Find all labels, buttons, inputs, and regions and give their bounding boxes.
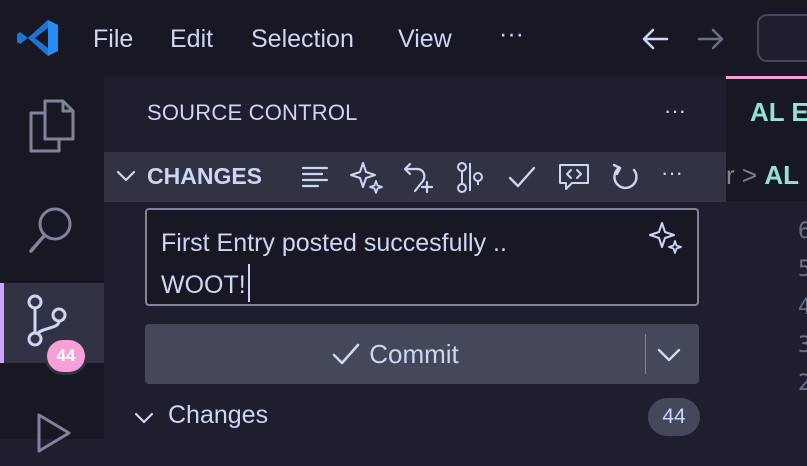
editor-area: AL E r > AL 6 5 4 3 2 (726, 76, 807, 439)
forward-arrow-icon[interactable] (694, 22, 728, 56)
discard-all-icon[interactable] (401, 160, 435, 194)
menu-view[interactable]: View (398, 22, 452, 56)
changes-section-header[interactable]: CHANGES ··· (104, 152, 726, 202)
text-caret (247, 264, 250, 302)
commit-message-line1: First Entry posted succesfully .. (161, 229, 507, 257)
sidebar-title: SOURCE CONTROL (147, 100, 358, 125)
line-number: 5 (798, 257, 807, 282)
section-title: CHANGES (147, 163, 263, 189)
compare-icon[interactable] (453, 160, 487, 194)
menu-edit[interactable]: Edit (170, 22, 213, 56)
run-icon (37, 413, 71, 453)
activity-search[interactable] (0, 190, 104, 270)
more-icon[interactable]: ··· (661, 160, 683, 186)
comment-icon[interactable] (557, 160, 591, 194)
line-numbers: 6 5 4 3 2 (798, 213, 807, 403)
activity-explorer[interactable] (0, 86, 104, 166)
refresh-icon[interactable] (609, 160, 643, 194)
changes-count-badge: 44 (648, 398, 700, 436)
menu-more[interactable]: ··· (499, 17, 524, 51)
sparkle-icon[interactable] (350, 160, 384, 194)
chevron-down-icon[interactable] (114, 164, 138, 188)
check-icon (332, 343, 360, 365)
editor-tab-label: AL E (750, 97, 807, 127)
commit-message-text[interactable]: First Entry posted succesfully .. WOOT! (161, 222, 631, 306)
source-control-badge: 44 (47, 340, 85, 372)
breadcrumb-prefix[interactable]: r (726, 160, 735, 190)
back-arrow-icon[interactable] (638, 22, 672, 56)
line-number: 3 (798, 333, 807, 358)
activity-run-debug[interactable] (0, 386, 104, 466)
breadcrumb-al[interactable]: AL (764, 160, 799, 190)
line-number: 4 (798, 295, 807, 320)
list-view-icon[interactable] (298, 160, 332, 194)
commit-button-group: Commit (145, 324, 699, 384)
chevron-down-icon[interactable] (132, 406, 156, 430)
title-bar: File Edit Selection View ··· (0, 0, 807, 76)
commit-button-label: Commit (369, 338, 459, 369)
line-number: 2 (798, 371, 807, 396)
commit-message-line2: WOOT! (161, 271, 246, 299)
search-icon (29, 207, 72, 253)
changes-label: Changes (168, 401, 269, 429)
commit-button[interactable]: Commit (145, 324, 645, 384)
line-number: 6 (798, 219, 807, 244)
breadcrumb: r > AL (726, 151, 807, 201)
changes-group-row[interactable]: Changes 44 (104, 394, 726, 439)
commit-button-divider (645, 334, 646, 374)
command-center[interactable] (757, 14, 807, 62)
generate-commit-message-sparkle-icon[interactable] (649, 220, 683, 254)
activity-bar: 44 (0, 76, 104, 453)
source-control-sidebar: SOURCE CONTROL ··· CHANGES ··· First Ent… (104, 76, 726, 439)
vscode-logo-icon[interactable] (16, 18, 60, 58)
commit-message-input[interactable]: First Entry posted succesfully .. WOOT! (145, 208, 699, 306)
activity-source-control[interactable]: 44 (0, 283, 104, 372)
check-icon[interactable] (505, 160, 539, 194)
menu-selection[interactable]: Selection (251, 22, 354, 56)
files-icon (29, 99, 75, 153)
menu-file[interactable]: File (93, 22, 133, 56)
chevron-down-icon[interactable] (652, 338, 686, 372)
breadcrumb-separator: > (741, 160, 758, 190)
sidebar-more-actions[interactable]: ··· (664, 98, 686, 124)
editor-tab[interactable]: AL E (726, 76, 807, 151)
